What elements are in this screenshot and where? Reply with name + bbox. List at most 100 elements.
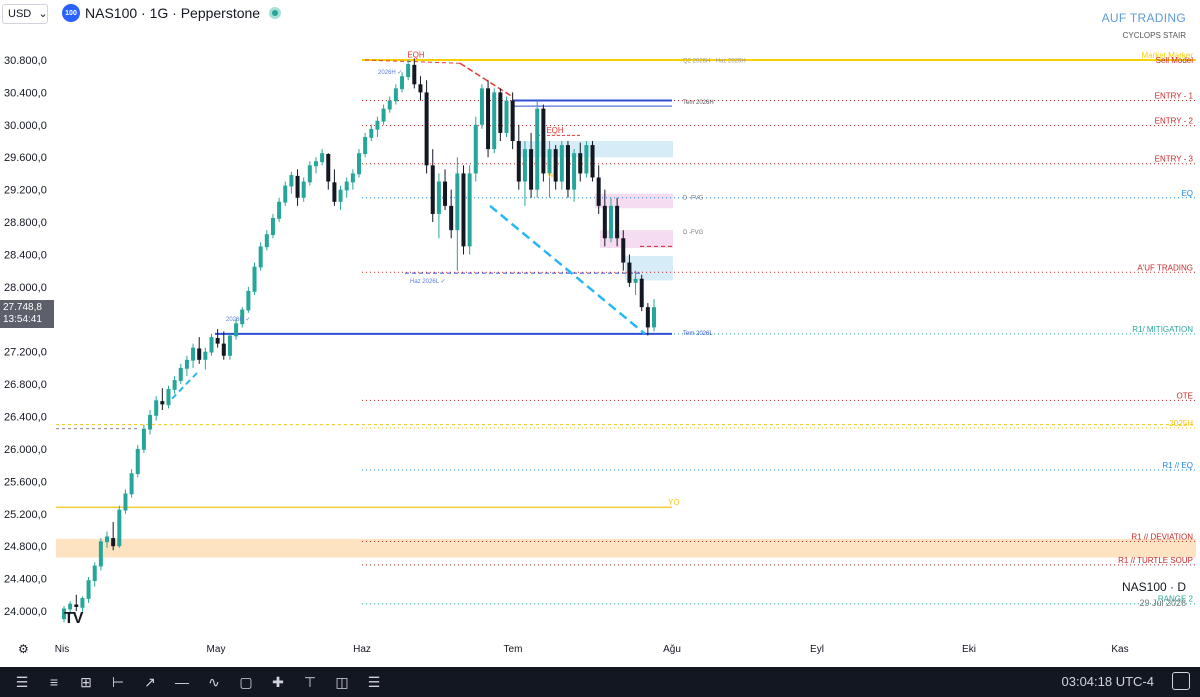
chart-window: Market Marker Sell Model ENTRY - 1 ENTRY - … xyxy=(0,0,1200,697)
rectangle-icon[interactable]: ▢ xyxy=(232,670,260,694)
candle-body xyxy=(455,173,460,231)
x-tick-label-4: Ağu xyxy=(663,644,681,655)
candle-body xyxy=(393,88,398,102)
candle-body xyxy=(504,100,509,133)
candle-body xyxy=(350,173,355,183)
candle-body xyxy=(252,266,257,292)
candle-body xyxy=(529,149,534,190)
zigzag-icon[interactable]: ∿ xyxy=(200,670,228,694)
candle-body xyxy=(621,238,626,263)
candle-body xyxy=(313,161,318,167)
y-tick-label-4: 29.200,0 xyxy=(4,185,47,197)
candle-body xyxy=(320,153,325,163)
fib-icon[interactable]: ⊞ xyxy=(72,670,100,694)
level-label-3: ENTRY - 2 xyxy=(1155,117,1194,126)
candle-body xyxy=(473,124,478,174)
candle-body xyxy=(547,149,552,174)
level-label-1: Sell Model xyxy=(1156,56,1194,65)
candle-body xyxy=(178,367,183,381)
level-label-2: ENTRY - 1 xyxy=(1155,92,1194,101)
y-tick-label-14: 24.800,0 xyxy=(4,541,47,553)
trend-line-icon[interactable]: ↗ xyxy=(136,670,164,694)
candle-body xyxy=(80,598,85,608)
candle-body xyxy=(578,153,583,174)
x-tick-label-2: Haz xyxy=(353,644,371,655)
eqh-top-label: EQH xyxy=(407,51,425,60)
haz-low-label: Haz 2026L ✓ xyxy=(410,279,446,285)
bars-icon[interactable]: ☰ xyxy=(360,670,388,694)
y-tick-label-15: 24.400,0 xyxy=(4,574,47,586)
candle-body xyxy=(590,145,595,178)
drawing-toolbar: ☰ ≡ ⊞ ⊢ ↗ — ∿ ▢ ✚ ⊤ ◫ ☰ 03:04:18 UTC-4 xyxy=(0,667,1200,697)
clock-display[interactable]: 03:04:18 UTC-4 xyxy=(1062,674,1155,689)
candle-body xyxy=(129,473,134,495)
candle-body xyxy=(111,538,116,547)
candle-body xyxy=(135,448,140,475)
candle-body xyxy=(295,175,300,198)
collapse-chevron-icon[interactable]: ⌄ xyxy=(35,5,51,21)
candle-body xyxy=(516,141,521,182)
candle-body xyxy=(154,400,159,416)
settings-gear-icon[interactable]: ⚙ xyxy=(18,642,32,656)
candle-body xyxy=(148,414,153,430)
candle-body xyxy=(160,401,165,405)
fullscreen-icon[interactable] xyxy=(1172,672,1190,690)
crosshair-icon[interactable]: ✚ xyxy=(264,670,292,694)
candle-body xyxy=(289,175,294,187)
menu-icon[interactable]: ☰ xyxy=(8,670,36,694)
symbol-header[interactable]: 100 NAS100 · 1G · Pepperstone xyxy=(62,4,282,22)
y-tick-label-2: 30.000,0 xyxy=(4,120,47,132)
candle-body xyxy=(301,181,306,198)
candle-body xyxy=(375,120,380,130)
y-tick-label-6: 28.400,0 xyxy=(4,249,47,261)
level-label-12: R1 // TURTLE SOUP xyxy=(1118,556,1193,565)
horizontal-line-icon[interactable]: — xyxy=(168,670,196,694)
candle-body xyxy=(338,189,343,202)
candle-body xyxy=(258,246,263,268)
x-tick-label-6: Eki xyxy=(962,644,976,655)
candle-body xyxy=(498,92,503,133)
candle-body xyxy=(191,347,196,361)
candle-body xyxy=(166,388,171,406)
y-tick-label-5: 28.800,0 xyxy=(4,217,47,229)
candle-body xyxy=(307,165,312,183)
y-tick-label-11: 26.000,0 xyxy=(4,444,47,456)
x-tick-label-5: Eyl xyxy=(810,644,824,655)
candle-body xyxy=(270,218,275,236)
candle-body xyxy=(357,153,361,175)
y-tick-label-13: 25.200,0 xyxy=(4,509,47,521)
measure-icon[interactable]: ⊤ xyxy=(296,670,324,694)
candle-body xyxy=(633,278,638,283)
candle-body xyxy=(608,205,613,239)
candle-body xyxy=(565,145,570,190)
candles-icon[interactable]: ◫ xyxy=(328,670,356,694)
candle-body xyxy=(227,335,232,356)
eqh-slope-line xyxy=(459,62,513,98)
candle-body xyxy=(461,173,466,247)
chart-canvas[interactable]: Market MarkerSell ModelENTRY - 1ENTRY - … xyxy=(0,0,1200,667)
current-price-tag: 27.748,8 13:54:41 xyxy=(0,300,54,328)
symbol-title[interactable]: NAS100 · 1G · Pepperstone xyxy=(85,5,260,21)
watermark-brand: AUF TRADING xyxy=(1101,11,1186,25)
corner-symbol-label: NAS100 · D xyxy=(1121,580,1186,594)
candle-body xyxy=(332,182,337,202)
candle-body xyxy=(203,351,208,360)
candle-body xyxy=(172,380,177,390)
candle-body xyxy=(412,64,417,85)
y-tick-label-12: 25.600,0 xyxy=(4,476,47,488)
tradingview-logo-icon[interactable]: TV xyxy=(64,610,83,628)
candle-body xyxy=(277,201,282,219)
watermark: AUF TRADING CYCLOPS STAIR xyxy=(1102,11,1186,40)
text-style-icon[interactable]: ⊢ xyxy=(104,670,132,694)
candle-body xyxy=(522,149,527,182)
y-tick-label-10: 26.400,0 xyxy=(4,412,47,424)
candle-body xyxy=(639,278,644,308)
symbol-badge-icon: 100 xyxy=(62,4,80,22)
weekly-label: W xyxy=(548,173,554,179)
level-label-6: A'UF TRADING xyxy=(1137,263,1193,272)
candle-body xyxy=(584,145,589,174)
market-status-icon xyxy=(269,7,282,19)
x-tick-label-3: Tem xyxy=(504,644,523,655)
lines-icon[interactable]: ≡ xyxy=(40,670,68,694)
candle-body xyxy=(615,205,620,239)
